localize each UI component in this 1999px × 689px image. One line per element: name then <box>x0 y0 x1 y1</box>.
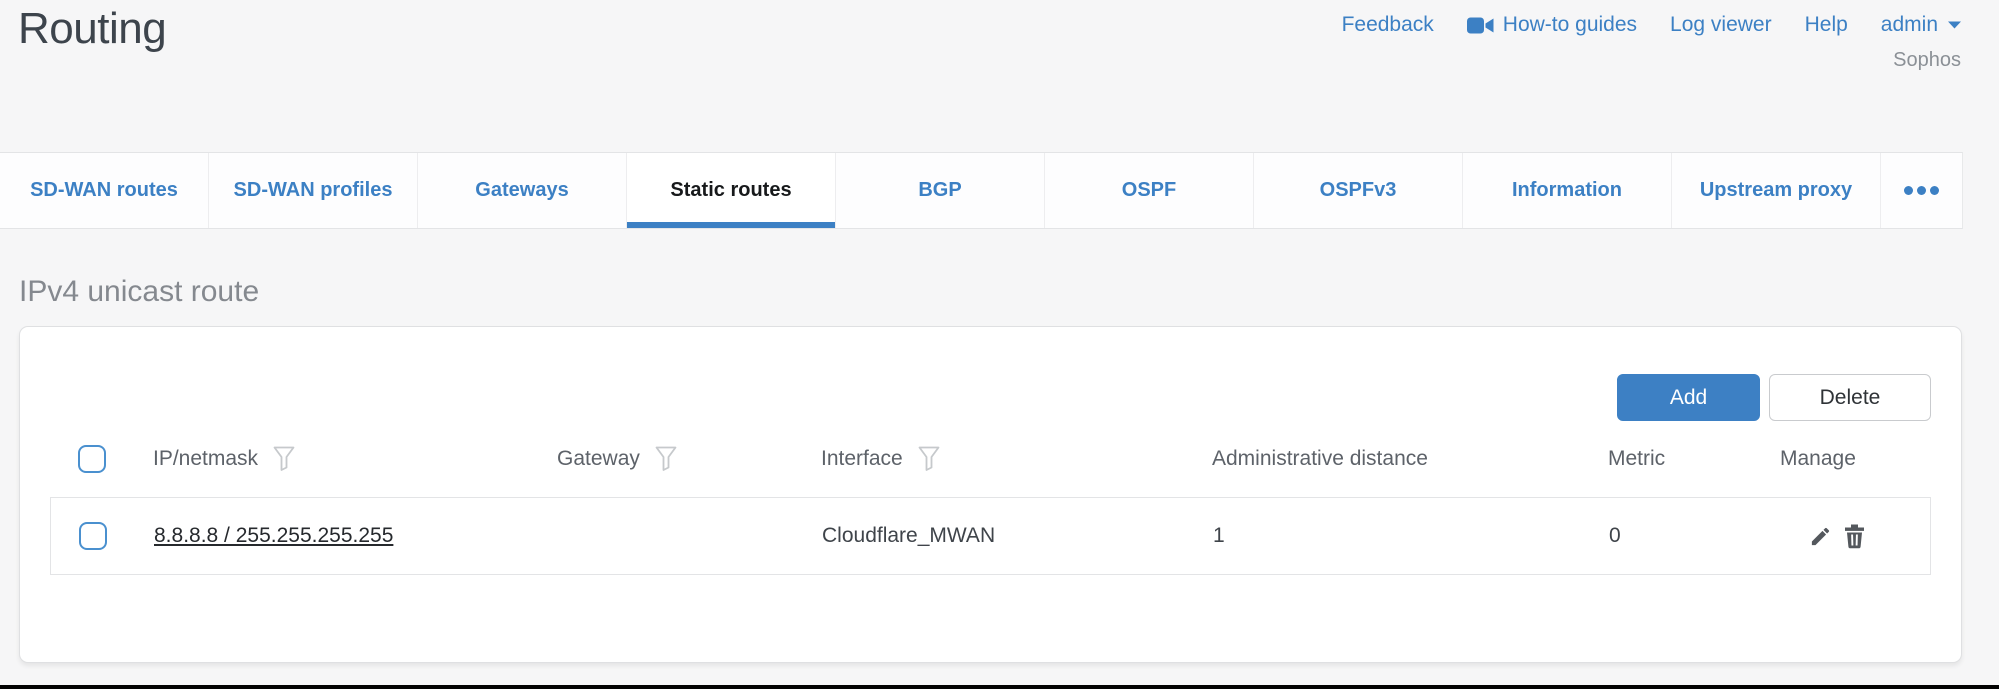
add-button[interactable]: Add <box>1617 374 1760 421</box>
header-select-cell <box>50 445 125 473</box>
tab-ospf[interactable]: OSPF <box>1045 153 1254 228</box>
tab-upstream-proxy[interactable]: Upstream proxy <box>1672 153 1881 228</box>
column-header-ip-netmask: IP/netmask <box>125 446 529 472</box>
table-row: 8.8.8.8 / 255.255.255.255 Cloudflare_MWA… <box>50 497 1931 575</box>
edit-button[interactable] <box>1809 525 1832 548</box>
cell-gateway <box>530 536 794 537</box>
cell-administrative-distance: 1 <box>1185 524 1581 548</box>
trash-button[interactable] <box>1844 524 1865 549</box>
tab-sd-wan-routes[interactable]: SD-WAN routes <box>0 153 209 228</box>
column-header-gateway: Gateway <box>529 446 793 472</box>
admin-menu[interactable]: admin <box>1881 13 1962 37</box>
row-select-cell <box>51 522 126 550</box>
cell-metric: 0 <box>1581 524 1753 548</box>
page-header: Routing Feedback How-to guides Log viewe… <box>0 0 1999 152</box>
nav-feedback-label: Feedback <box>1342 13 1434 37</box>
trash-icon <box>1844 524 1865 549</box>
nav-howto-guides[interactable]: How-to guides <box>1467 13 1637 37</box>
bottom-edge <box>0 685 1999 689</box>
nav-help[interactable]: Help <box>1805 13 1848 37</box>
admin-menu-label: admin <box>1881 13 1938 37</box>
route-ip-link[interactable]: 8.8.8.8 / 255.255.255.255 <box>154 524 393 548</box>
cell-interface: Cloudflare_MWAN <box>794 524 1185 548</box>
cell-ip-netmask: 8.8.8.8 / 255.255.255.255 <box>126 524 530 548</box>
caret-down-icon <box>1947 20 1962 30</box>
row-checkbox[interactable] <box>79 522 107 550</box>
tab-bgp[interactable]: BGP <box>836 153 1045 228</box>
page-title: Routing <box>18 4 166 54</box>
column-header-interface: Interface <box>793 446 1184 472</box>
tab-overflow-menu[interactable] <box>1881 153 1962 228</box>
top-nav: Feedback How-to guides Log viewer Help a… <box>1342 13 1962 37</box>
nav-log-viewer[interactable]: Log viewer <box>1670 13 1772 37</box>
video-camera-icon <box>1467 16 1494 35</box>
pencil-icon <box>1809 525 1832 548</box>
nav-help-label: Help <box>1805 13 1848 37</box>
filter-icon[interactable] <box>273 446 295 472</box>
cell-manage <box>1753 524 1930 549</box>
tab-information[interactable]: Information <box>1463 153 1672 228</box>
column-header-administrative-distance: Administrative distance <box>1184 447 1580 471</box>
column-header-metric: Metric <box>1580 447 1752 471</box>
ellipsis-icon <box>1904 186 1913 195</box>
nav-log-viewer-label: Log viewer <box>1670 13 1772 37</box>
tab-gateways[interactable]: Gateways <box>418 153 627 228</box>
delete-button[interactable]: Delete <box>1769 374 1931 421</box>
filter-icon[interactable] <box>918 446 940 472</box>
nav-howto-guides-label: How-to guides <box>1503 13 1637 37</box>
org-label: Sophos <box>1893 49 1961 72</box>
column-header-manage: Manage <box>1752 447 1931 471</box>
static-routes-card: Add Delete IP/netmask Gateway Interface … <box>19 326 1962 663</box>
tab-static-routes[interactable]: Static routes <box>627 153 836 228</box>
tab-bar: SD-WAN routes SD-WAN profiles Gateways S… <box>0 152 1963 229</box>
tab-ospfv3[interactable]: OSPFv3 <box>1254 153 1463 228</box>
nav-feedback[interactable]: Feedback <box>1342 13 1434 37</box>
select-all-checkbox[interactable] <box>78 445 106 473</box>
filter-icon[interactable] <box>655 446 677 472</box>
table-toolbar: Add Delete <box>50 327 1931 421</box>
table-header: IP/netmask Gateway Interface Administrat… <box>50 421 1931 497</box>
tab-sd-wan-profiles[interactable]: SD-WAN profiles <box>209 153 418 228</box>
section-title: IPv4 unicast route <box>19 275 1999 308</box>
